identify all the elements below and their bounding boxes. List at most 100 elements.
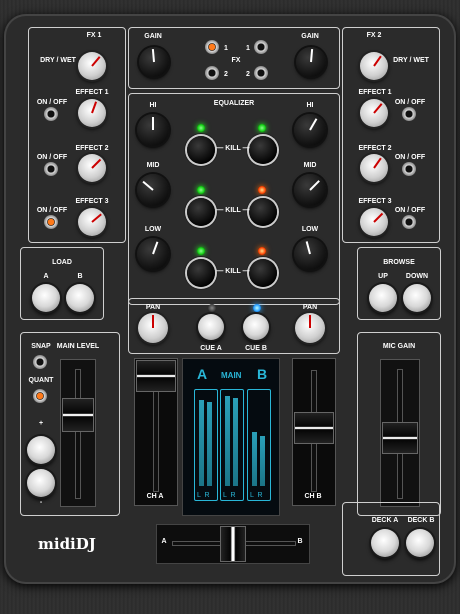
cue-b-button[interactable] (243, 314, 269, 340)
fx2-dry-wet-knob[interactable] (360, 52, 388, 80)
fx2-title: FX 2 (366, 32, 382, 39)
meter-channel-b: L R (247, 389, 271, 501)
meter-main-left-bar (225, 396, 230, 486)
load-title: LOAD (52, 259, 72, 266)
cue-a-led (208, 304, 216, 312)
crossfader-handle[interactable] (220, 526, 246, 562)
load-a-button[interactable] (32, 284, 60, 312)
kill-low-b-led (258, 247, 266, 255)
effect3-knob[interactable] (78, 208, 106, 236)
kill-low-a-led (197, 247, 205, 255)
main-level-label: MAIN LEVEL (56, 343, 100, 350)
kill-mid-b-button[interactable] (249, 198, 277, 226)
effect1-knob[interactable] (78, 99, 106, 127)
channel-a-fader[interactable] (136, 360, 176, 392)
load-b-button[interactable] (66, 284, 94, 312)
effect1-label: EFFECT 1 (75, 89, 109, 96)
fx2-effect3-toggle[interactable] (402, 215, 416, 229)
browse-title: BROWSE (383, 259, 415, 266)
level-plus-button[interactable] (27, 436, 55, 464)
pan-b-knob[interactable] (295, 313, 325, 343)
fx2-assign-a-toggle[interactable] (205, 66, 219, 80)
meter-channel-a: L R (194, 389, 218, 501)
eq-hi-left-label: HI (149, 102, 157, 109)
mixer-frame: FX 1 DRY / WET ON / OFF EFFECT 1 ON / OF… (4, 14, 456, 584)
cue-a-button[interactable] (198, 314, 224, 340)
snap-toggle[interactable] (33, 355, 47, 369)
eq-mid-right-label: MID (303, 162, 317, 169)
deck-b-label: DECK B (407, 517, 435, 524)
kill-hi-a-button[interactable] (187, 136, 215, 164)
quant-toggle[interactable] (33, 389, 47, 403)
kill-hi-b-led (258, 124, 266, 132)
eq-mid-b-knob[interactable] (294, 174, 326, 206)
fx2-effect2-label: EFFECT 2 (358, 145, 392, 152)
effect3-toggle[interactable] (44, 215, 58, 229)
kill-low-a-button[interactable] (187, 259, 215, 287)
snap-label: SNAP (31, 343, 51, 350)
gain-b-knob[interactable] (296, 47, 326, 77)
browse-up-button[interactable] (369, 284, 397, 312)
deck-b-button[interactable] (406, 529, 434, 557)
pan-a-knob[interactable] (138, 313, 168, 343)
effect1-toggle[interactable] (44, 107, 58, 121)
fx2-effect1-toggle[interactable] (402, 107, 416, 121)
eq-low-a-knob[interactable] (137, 238, 169, 270)
meter-b-left-bar (252, 432, 257, 486)
load-b-label: B (77, 273, 83, 280)
eq-mid-a-knob[interactable] (137, 174, 169, 206)
meter-b-right-bar (260, 436, 265, 486)
fx2-effect2-knob[interactable] (360, 154, 388, 182)
mic-gain-fader[interactable] (382, 422, 418, 454)
fx2-row-label-a: 2 (224, 71, 228, 78)
gain-right-label: GAIN (301, 33, 319, 40)
gain-left-label: GAIN (144, 33, 162, 40)
meter-main: L R (220, 389, 244, 501)
fx2-effect3-knob[interactable] (360, 208, 388, 236)
main-level-fader[interactable] (62, 398, 94, 432)
fx1-assign-b-toggle[interactable] (254, 40, 268, 54)
load-panel (20, 247, 104, 320)
mic-gain-label: MIC GAIN (382, 343, 416, 350)
fx1-assign-a-toggle[interactable] (205, 40, 219, 54)
level-minus-button[interactable] (27, 469, 55, 497)
meter-a-left-bar (199, 400, 204, 486)
pan-a-label: PAN (145, 304, 161, 311)
eq-low-left-label: LOW (144, 226, 162, 233)
meter-a-right-bar (207, 402, 212, 486)
eq-hi-b-knob[interactable] (294, 114, 326, 146)
effect2-label: EFFECT 2 (75, 145, 109, 152)
gain-a-knob[interactable] (139, 47, 169, 77)
fx2-effect2-toggle[interactable] (402, 162, 416, 176)
fx1-dry-wet-knob[interactable] (78, 52, 106, 80)
kill-mid-a-button[interactable] (187, 198, 215, 226)
kill-low-b-button[interactable] (249, 259, 277, 287)
fx1-title: FX 1 (86, 32, 102, 39)
channel-a-label: CH A (146, 493, 164, 500)
fx2-effect3-on-off-label: ON / OFF (394, 207, 426, 214)
effect1-on-off-label: ON / OFF (36, 99, 68, 106)
crossfader-a-label: A (161, 538, 167, 545)
quant-label: QUANT (28, 377, 54, 384)
eq-low-right-label: LOW (301, 226, 319, 233)
effect2-knob[interactable] (78, 154, 106, 182)
kill-hi-b-button[interactable] (249, 136, 277, 164)
fx2-assign-b-toggle[interactable] (254, 66, 268, 80)
fx2-effect1-on-off-label: ON / OFF (394, 99, 426, 106)
fx2-effect1-knob[interactable] (360, 99, 388, 127)
mixer-app: FX 1 DRY / WET ON / OFF EFFECT 1 ON / OF… (0, 0, 460, 614)
deck-a-button[interactable] (371, 529, 399, 557)
effect3-label: EFFECT 3 (75, 198, 109, 205)
eq-hi-a-knob[interactable] (137, 114, 169, 146)
effect3-on-off-label: ON / OFF (36, 207, 68, 214)
browse-down-button[interactable] (403, 284, 431, 312)
meter-a-letter: A (197, 366, 208, 382)
kill-low-label: — KILL — (216, 268, 250, 275)
kill-hi-label: — KILL — (216, 145, 250, 152)
fx1-row-label-b: 1 (246, 45, 250, 52)
effect2-toggle[interactable] (44, 162, 58, 176)
fx2-dry-wet-label: DRY / WET (393, 57, 429, 64)
eq-low-b-knob[interactable] (294, 238, 326, 270)
channel-b-fader[interactable] (294, 412, 334, 444)
fx2-effect1-label: EFFECT 1 (358, 89, 392, 96)
